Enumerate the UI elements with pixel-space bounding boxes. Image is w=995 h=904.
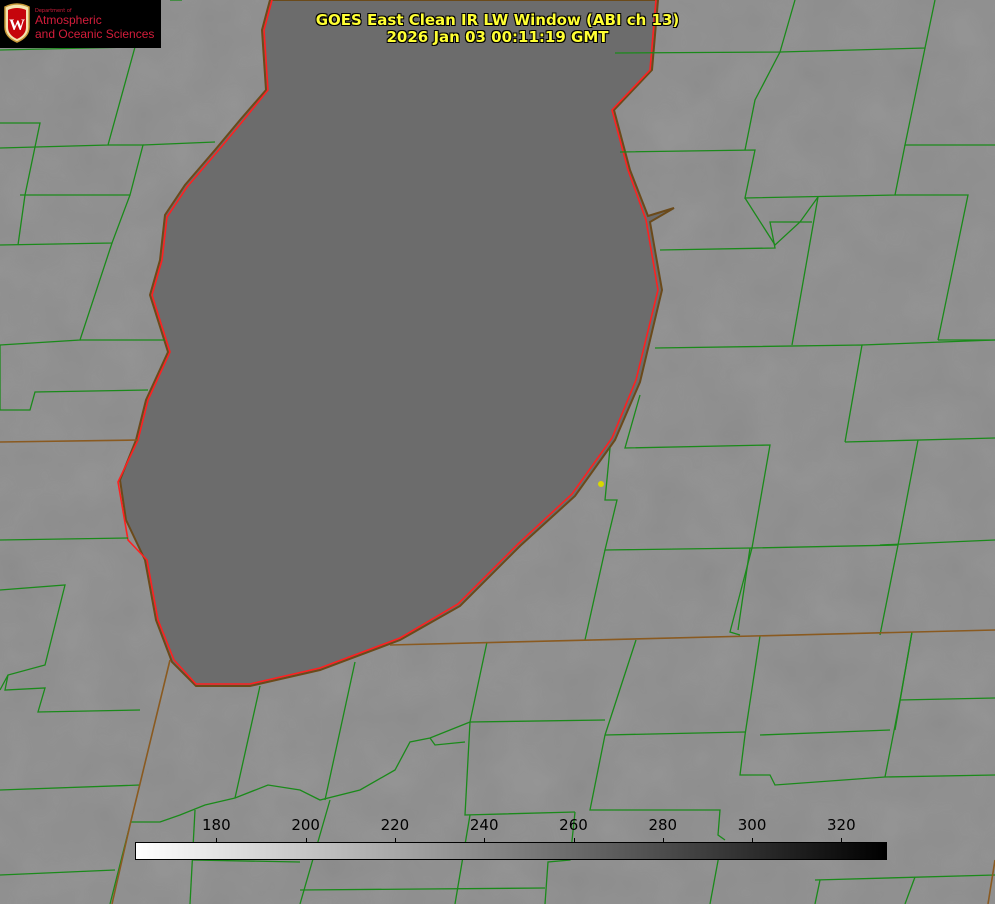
colorbar-tick [394, 838, 396, 843]
station-marker [598, 481, 604, 487]
colorbar-tick [752, 838, 754, 843]
colorbar-tick-label: 300 [737, 816, 767, 834]
colorbar-tick-label: 280 [648, 816, 678, 834]
colorbar-tick-label: 200 [291, 816, 320, 834]
colorbar: 180 200 220 240 260 280 300 320 [135, 816, 887, 860]
colorbar-tick [573, 838, 575, 843]
satellite-map [0, 0, 995, 904]
colorbar-tick [305, 838, 307, 843]
colorbar-tick [216, 838, 218, 843]
colorbar-tick [662, 838, 664, 843]
title-timestamp: 2026 Jan 03 00:11:19 GMT [386, 28, 609, 46]
colorbar-tick-label: 320 [827, 816, 856, 834]
colorbar-tick-label: 180 [202, 816, 231, 834]
colorbar-tick [841, 838, 843, 843]
satellite-image-view: W Department of Atmospheric and Oceanic … [0, 0, 995, 904]
colorbar-tick-label: 240 [469, 816, 499, 834]
colorbar-tick [484, 838, 486, 843]
colorbar-tick-label: 260 [559, 816, 588, 834]
image-title: GOES East Clean IR LW Window (ABI ch 13)… [0, 12, 995, 46]
colorbar-tick-label: 220 [380, 816, 410, 834]
title-product: GOES East Clean IR LW Window (ABI ch 13) [315, 11, 680, 29]
